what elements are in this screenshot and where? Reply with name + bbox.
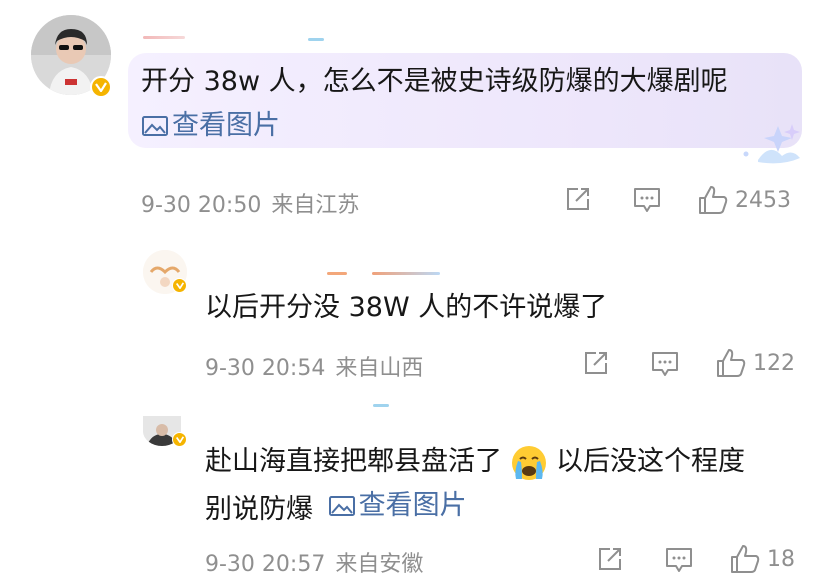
- image-icon: [328, 496, 355, 516]
- thumbs-up-icon: [699, 186, 728, 214]
- view-image-row: 查看图片: [141, 104, 280, 152]
- location: 来自江苏: [271, 193, 360, 218]
- verified-badge-icon: [172, 432, 187, 447]
- location: 来自山西: [335, 356, 424, 381]
- comment-text-line-1: 赴山海直接把郫县盘活了 以后没这个程度: [205, 440, 745, 484]
- like-count: 2453: [735, 187, 791, 213]
- reply-button[interactable]: [650, 350, 680, 378]
- verified-badge-icon: [90, 76, 112, 98]
- comment-icon: [666, 548, 692, 572]
- comment-meta: 9-30 20:57 来自安徽: [205, 546, 433, 578]
- comment-meta: 9-30 20:54 来自山西: [205, 350, 433, 382]
- reply-button[interactable]: [664, 546, 694, 574]
- comment-text: 赴山海直接把郫县盘活了: [205, 446, 502, 477]
- like-count: 122: [753, 350, 795, 376]
- comment-text: 别说防爆: [205, 494, 313, 525]
- share-icon: [567, 188, 589, 210]
- reply-button[interactable]: [632, 186, 662, 214]
- comment-meta: 9-30 20:50 来自江苏: [141, 187, 369, 219]
- like-button[interactable]: 18: [729, 543, 795, 575]
- username-redacted: [373, 404, 389, 407]
- comment-text-line-2: 别说防爆 查看图片: [205, 484, 467, 532]
- like-button[interactable]: 2453: [697, 184, 791, 216]
- comment-icon: [634, 188, 660, 212]
- view-image-label: 查看图片: [358, 490, 467, 521]
- like-count: 18: [767, 546, 795, 572]
- share-icon: [585, 352, 607, 374]
- share-button[interactable]: [582, 349, 610, 377]
- crying-face-icon: [512, 445, 546, 480]
- thumbs-up-icon: [717, 349, 746, 377]
- username-redacted: [308, 38, 324, 41]
- thumbs-up-icon: [731, 545, 760, 573]
- view-image-link[interactable]: 查看图片: [328, 484, 467, 528]
- username-redacted: [372, 272, 440, 275]
- timestamp: 9-30 20:50: [141, 193, 262, 218]
- comment-text: 开分 38w 人，怎么不是被史诗级防爆的大爆剧呢: [141, 66, 728, 97]
- view-image-label: 查看图片: [172, 110, 280, 141]
- comment-text: 以后开分没 38W 人的不许说爆了: [205, 292, 608, 323]
- timestamp: 9-30 20:57: [205, 552, 326, 577]
- username-redacted: [327, 272, 347, 275]
- share-icon: [599, 548, 621, 570]
- share-button[interactable]: [564, 185, 592, 213]
- view-image-link[interactable]: 查看图片: [141, 104, 280, 148]
- like-button[interactable]: 122: [715, 347, 795, 379]
- timestamp: 9-30 20:54: [205, 356, 326, 381]
- username-redacted: [143, 36, 185, 39]
- location: 来自安徽: [335, 552, 424, 577]
- comment-text: 以后没这个程度: [556, 446, 745, 477]
- share-button[interactable]: [596, 545, 624, 573]
- verified-badge-icon: [172, 278, 187, 293]
- bubble-decoration-icon: [743, 124, 800, 164]
- comment-icon: [652, 352, 678, 376]
- image-icon: [142, 116, 168, 136]
